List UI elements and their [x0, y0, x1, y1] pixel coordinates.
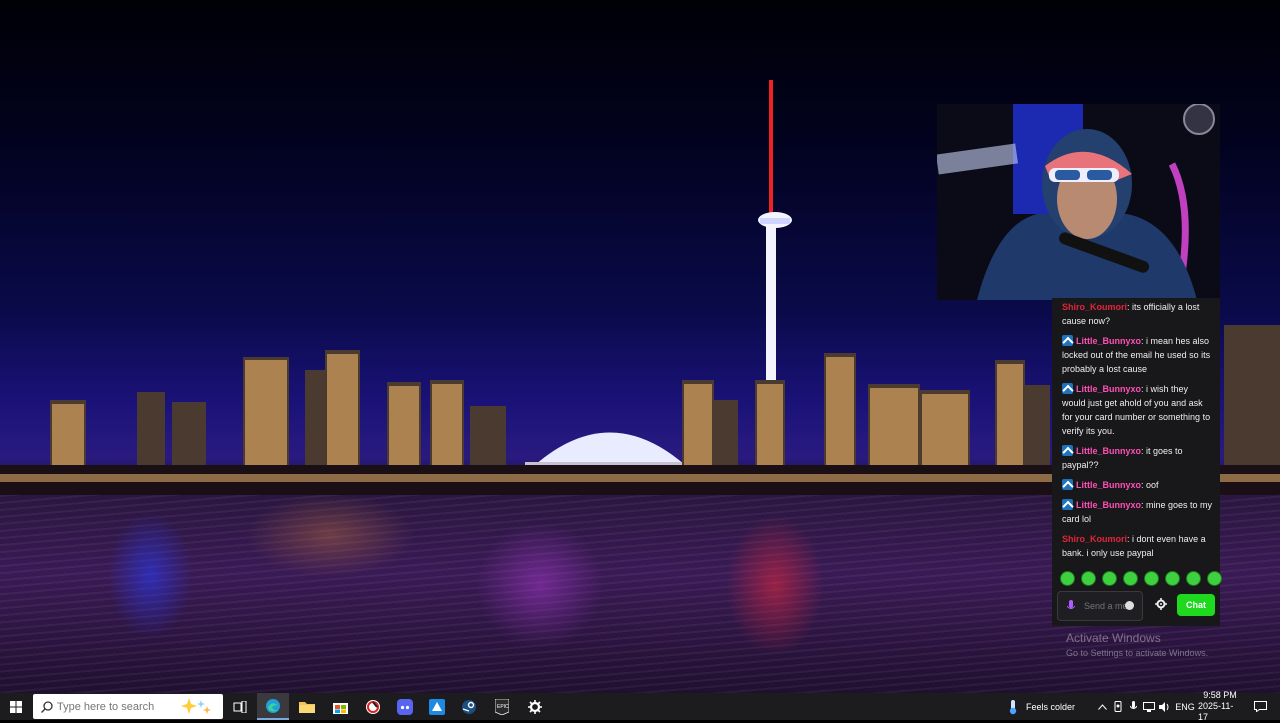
store-taskbar-button[interactable]	[325, 693, 355, 720]
chat-message: Little_Bunnyxo: mine goes to my card lol	[1052, 498, 1220, 526]
subscriber-badge-icon[interactable]	[1062, 479, 1073, 490]
chat-message: Shiro_Koumori: its officially a lost cau…	[1052, 300, 1220, 328]
language-indicator[interactable]: ENG	[1174, 693, 1196, 720]
task-view-button[interactable]	[226, 693, 254, 720]
sparkle-icon	[179, 697, 213, 720]
red-app-taskbar-button[interactable]	[358, 693, 388, 720]
volume-icon[interactable]	[1158, 693, 1172, 720]
steam-icon	[462, 699, 476, 714]
microphone-tray-icon[interactable]	[1126, 693, 1140, 720]
emote-icon[interactable]	[1207, 571, 1222, 586]
emote-icon[interactable]	[1102, 571, 1117, 586]
microphone-icon[interactable]	[1066, 600, 1076, 616]
emote-bar	[1060, 571, 1222, 586]
chat-username[interactable]: Shiro_Koumori	[1062, 302, 1127, 312]
chat-username[interactable]: Little_Bunnyxo	[1076, 446, 1141, 456]
chat-message: Little_Bunnyxo: it goes to paypal??	[1052, 444, 1220, 472]
settings-taskbar-button[interactable]	[520, 693, 550, 720]
task-view-icon	[233, 700, 247, 713]
chat-message: Shiro_Koumori: i dont even have a bank. …	[1052, 532, 1220, 560]
chat-message-list[interactable]: Shiro_Koumori: its officially a lost cau…	[1052, 298, 1220, 566]
chat-username[interactable]: Little_Bunnyxo	[1076, 480, 1141, 490]
chat-username[interactable]: Little_Bunnyxo	[1076, 336, 1141, 346]
network-icon[interactable]	[1142, 693, 1156, 720]
gear-icon[interactable]	[1155, 598, 1167, 614]
blue-app-taskbar-button[interactable]	[422, 693, 452, 720]
emote-icon[interactable]	[1123, 571, 1138, 586]
weather-text: Feels colder	[1026, 701, 1076, 712]
discord-taskbar-button[interactable]	[390, 693, 420, 720]
search-icon	[41, 700, 53, 718]
chat-message-input[interactable]	[1084, 596, 1128, 616]
windows-logo-icon	[10, 700, 22, 713]
chat-username[interactable]: Shiro_Koumori	[1062, 534, 1127, 544]
subscriber-badge-icon[interactable]	[1062, 383, 1073, 394]
settings-gear-icon	[528, 699, 542, 714]
taskbar-search-input[interactable]	[57, 699, 177, 714]
stream-chat-panel: Shiro_Koumori: its officially a lost cau…	[1052, 298, 1222, 626]
chat-message: Little_Bunnyxo: i mean hes also locked o…	[1052, 334, 1220, 376]
edge-icon	[266, 698, 280, 713]
language-text: ENG	[1175, 701, 1195, 712]
emote-icon[interactable]	[1060, 571, 1075, 586]
emoji-icon[interactable]	[1125, 601, 1134, 610]
activate-windows-subtitle: Go to Settings to activate Windows.	[1066, 648, 1209, 658]
emote-icon[interactable]	[1165, 571, 1180, 586]
chat-message: Little_Bunnyxo: oof	[1052, 478, 1220, 492]
subscriber-badge-icon[interactable]	[1062, 445, 1073, 456]
chevron-up-icon[interactable]	[1094, 693, 1110, 720]
webcam-overlay	[937, 104, 1220, 300]
subscriber-badge-icon[interactable]	[1062, 335, 1073, 346]
clock-time: 9:58 PM	[1203, 690, 1237, 700]
chat-send-button[interactable]: Chat	[1177, 594, 1215, 616]
emote-icon[interactable]	[1081, 571, 1096, 586]
edge-taskbar-button[interactable]	[257, 693, 289, 720]
file-explorer-taskbar-button[interactable]	[292, 693, 322, 720]
start-button[interactable]	[0, 693, 32, 720]
folder-icon	[299, 702, 315, 713]
epic-games-taskbar-button[interactable]: EPIC	[487, 693, 517, 720]
activate-windows-title: Activate Windows	[1066, 631, 1161, 645]
weather-widget[interactable]: Feels colder	[1008, 693, 1090, 720]
webcam-person-illustration	[937, 104, 1220, 300]
store-icon	[332, 702, 348, 714]
subscriber-badge-icon[interactable]	[1062, 499, 1073, 510]
discord-icon	[397, 698, 413, 715]
taskbar-search-box[interactable]	[33, 694, 223, 719]
notification-icon	[1253, 701, 1267, 712]
notifications-button[interactable]	[1248, 693, 1272, 720]
thermometer-icon	[1009, 699, 1017, 714]
epic-games-icon: EPIC	[495, 698, 509, 715]
clock[interactable]: 9:58 PM 2025-11-17	[1198, 690, 1242, 722]
chat-message: Little_Bunnyxo: i wish they would just g…	[1052, 382, 1220, 438]
blue-app-icon	[429, 698, 445, 715]
steam-taskbar-button[interactable]	[454, 693, 484, 720]
svg-text:EPIC: EPIC	[497, 704, 509, 710]
emote-icon[interactable]	[1186, 571, 1201, 586]
chat-username[interactable]: Little_Bunnyxo	[1076, 384, 1141, 394]
emote-icon[interactable]	[1144, 571, 1159, 586]
red-circle-app-icon	[366, 699, 380, 714]
chat-input-box[interactable]	[1057, 591, 1143, 621]
chat-username[interactable]: Little_Bunnyxo	[1076, 500, 1141, 510]
chat-message-text: oof	[1146, 480, 1159, 490]
camera-tray-icon[interactable]	[1111, 693, 1125, 720]
